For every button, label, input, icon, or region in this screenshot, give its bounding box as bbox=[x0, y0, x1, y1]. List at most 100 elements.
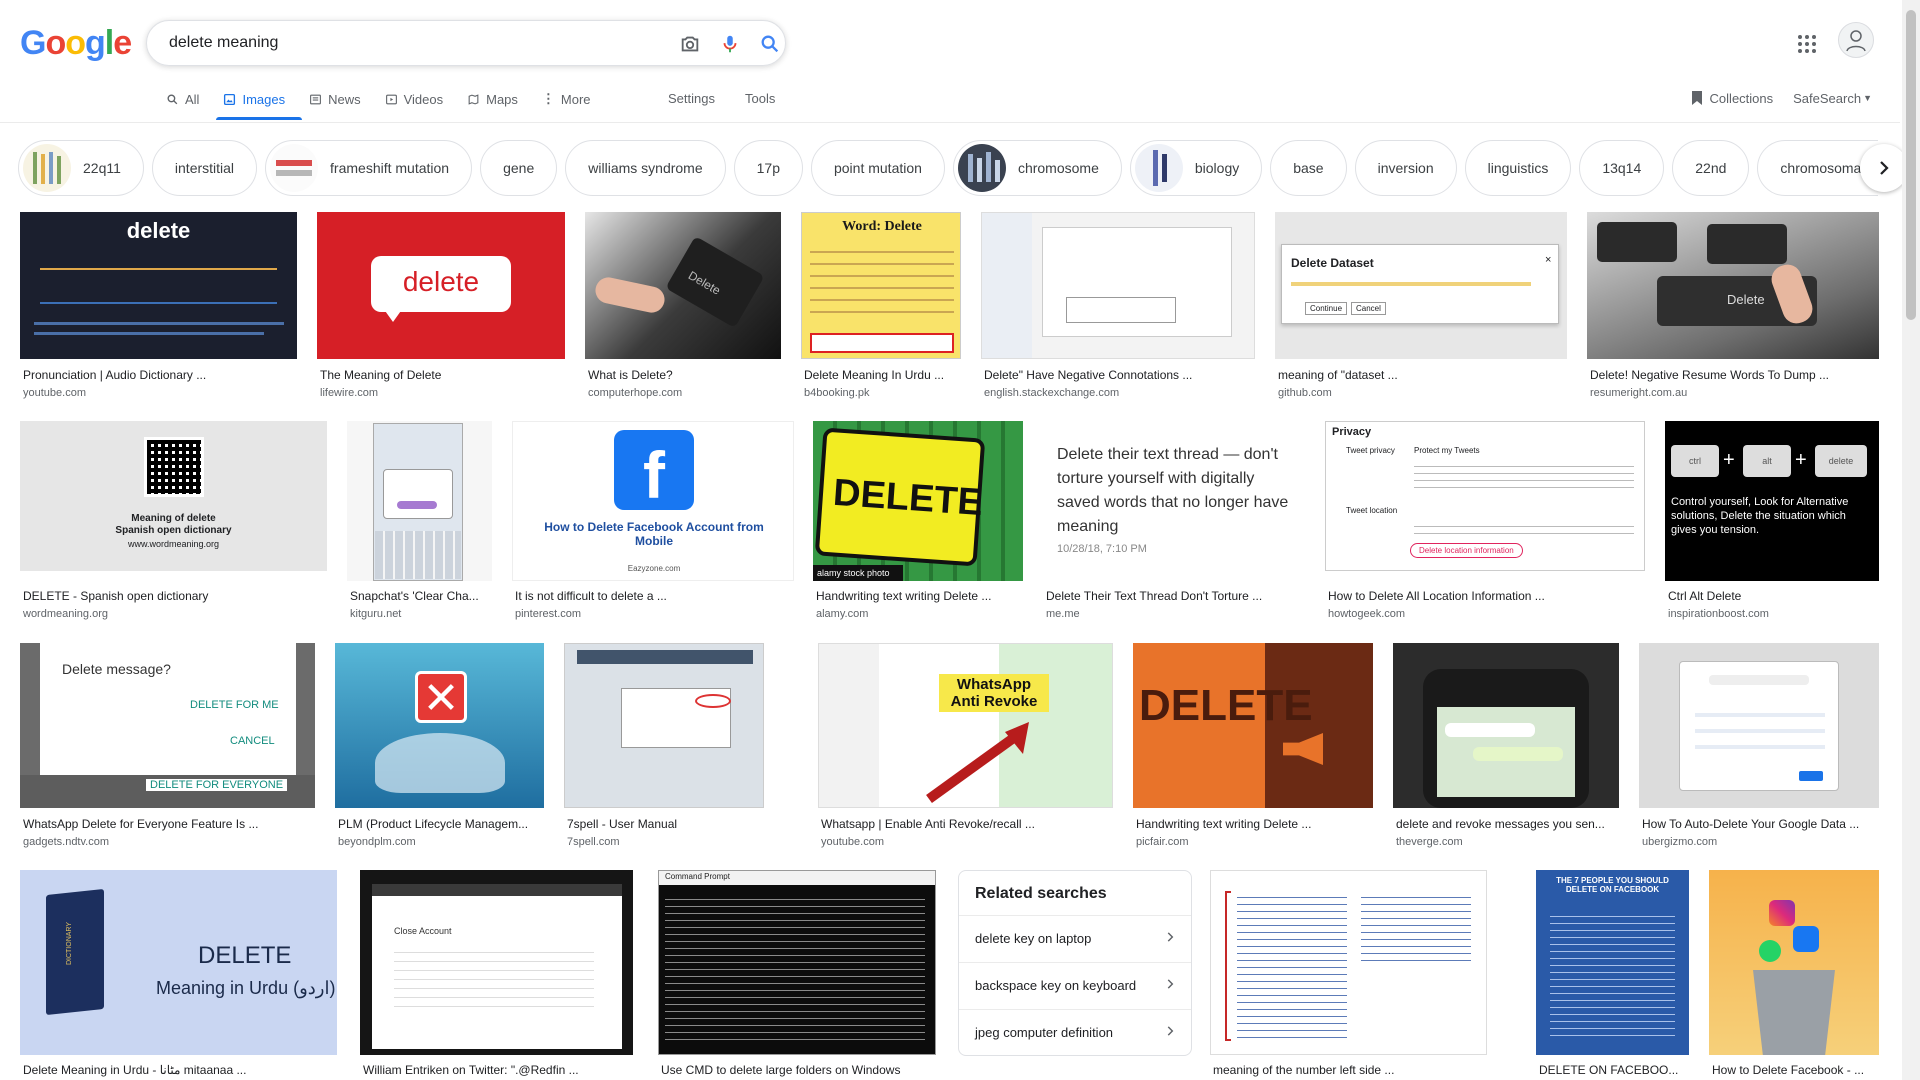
image-result[interactable]: DELETE Handwriting text writing Delete .… bbox=[1133, 643, 1373, 853]
image-result[interactable]: Delete" Have Negative Connotations ... e… bbox=[981, 212, 1255, 402]
related-search-item[interactable]: delete key on laptop bbox=[959, 915, 1191, 961]
image-result[interactable]: meaning of the number left side ... bbox=[1210, 870, 1487, 1080]
thumbnail-subtext: Spanish open dictionary bbox=[115, 525, 232, 536]
thumbnail-text: THE 7 PEOPLE YOU SHOULD DELETE ON FACEBO… bbox=[1556, 876, 1669, 894]
tab-more[interactable]: ⋮ More bbox=[542, 88, 591, 110]
collections-link[interactable]: Collections bbox=[1690, 90, 1773, 106]
image-result[interactable]: Delete their text thread — don't torture… bbox=[1043, 421, 1305, 621]
chip-chromosome[interactable]: chromosome bbox=[952, 140, 1122, 196]
chip-point-mutation[interactable]: point mutation bbox=[810, 140, 945, 196]
image-result[interactable]: Close Account William Entriken on Twitte… bbox=[360, 870, 633, 1080]
tab-images[interactable]: Images bbox=[223, 88, 285, 110]
image-thumbnail: DELETE alamy stock photo bbox=[813, 421, 1023, 581]
chip-inversion[interactable]: inversion bbox=[1354, 140, 1457, 196]
settings-link[interactable]: Settings bbox=[668, 91, 715, 106]
image-result[interactable]: Delete message? DELETE FOR ME CANCEL DEL… bbox=[20, 643, 315, 853]
image-result[interactable]: Delete Dataset × Continue Cancel meaning… bbox=[1275, 212, 1567, 402]
image-result[interactable]: Meaning of delete Spanish open dictionar… bbox=[20, 421, 327, 621]
avatar[interactable] bbox=[1838, 22, 1874, 58]
image-result[interactable]: Snapchat's 'Clear Cha... kitguru.net bbox=[347, 421, 492, 621]
image-source: github.com bbox=[1278, 387, 1332, 399]
search-icon[interactable] bbox=[757, 31, 783, 57]
thumbnail-text: DELETE bbox=[198, 942, 292, 969]
thumbnail-text: delete bbox=[402, 266, 480, 297]
search-box[interactable] bbox=[146, 20, 786, 66]
image-thumbnail: THE 7 PEOPLE YOU SHOULD DELETE ON FACEBO… bbox=[1536, 870, 1689, 1055]
chip-williams-syndrome[interactable]: williams syndrome bbox=[565, 140, 726, 196]
chip-17p[interactable]: 17p bbox=[733, 140, 803, 196]
image-result[interactable]: 7spell - User Manual 7spell.com bbox=[564, 643, 764, 853]
image-result[interactable]: Command Prompt Use CMD to delete large f… bbox=[658, 870, 936, 1080]
caret-down-icon: ▼ bbox=[1863, 93, 1872, 103]
chip-linguistics[interactable]: linguistics bbox=[1464, 140, 1572, 196]
image-thumbnail: Close Account bbox=[360, 870, 633, 1055]
related-search-item[interactable]: jpeg computer definition bbox=[959, 1009, 1191, 1055]
related-searches-title: Related searches bbox=[975, 885, 1107, 902]
safesearch-label: SafeSearch bbox=[1793, 90, 1862, 106]
image-result[interactable]: Word: Delete Delete Meaning In Urdu ... … bbox=[801, 212, 961, 402]
image-caption: Handwriting text writing Delete ... bbox=[816, 589, 992, 603]
image-result[interactable]: delete Pronunciation | Audio Dictionary … bbox=[20, 212, 297, 402]
image-caption: Delete Their Text Thread Don't Torture .… bbox=[1046, 589, 1263, 603]
image-thumbnail: WhatsApp Anti Revoke bbox=[818, 643, 1113, 808]
chip-22nd[interactable]: 22nd bbox=[1672, 140, 1750, 196]
camera-icon[interactable] bbox=[677, 31, 703, 57]
image-result[interactable]: Privacy Tweet privacy Protect my Tweets … bbox=[1325, 421, 1645, 621]
image-caption: What is Delete? bbox=[588, 368, 673, 382]
chip-base[interactable]: base bbox=[1270, 140, 1347, 196]
thumbnail-text: DELETE bbox=[1139, 681, 1313, 730]
safesearch-dropdown[interactable]: SafeSearch ▼ bbox=[1793, 91, 1872, 106]
image-caption: Use CMD to delete large folders on Windo… bbox=[661, 1063, 901, 1077]
chip-biology[interactable]: biology bbox=[1129, 140, 1263, 196]
image-result[interactable]: WhatsApp Anti Revoke Whatsapp | Enable A… bbox=[818, 643, 1113, 853]
tab-news[interactable]: News bbox=[309, 88, 361, 110]
google-logo[interactable]: Google bbox=[20, 24, 132, 62]
thumbnail-text: Delete message? bbox=[62, 661, 171, 677]
image-result[interactable]: ctrl + alt + delete Control yourself, Lo… bbox=[1665, 421, 1879, 621]
tab-all[interactable]: All bbox=[166, 88, 199, 110]
image-result[interactable]: How to Delete Facebook - ... bbox=[1709, 870, 1879, 1080]
image-result[interactable]: THE 7 PEOPLE YOU SHOULD DELETE ON FACEBO… bbox=[1536, 870, 1689, 1080]
chip-label: chromosome bbox=[1017, 160, 1099, 176]
chip-frameshift-mutation[interactable]: frameshift mutation bbox=[265, 140, 473, 196]
thumbnail-text: WhatsApp Anti Revoke bbox=[939, 674, 1049, 712]
microphone-icon[interactable] bbox=[717, 31, 743, 57]
chips-next-button[interactable] bbox=[1860, 144, 1908, 192]
image-caption: DELETE ON FACEBOO... bbox=[1539, 1063, 1679, 1077]
image-result[interactable]: Delete What is Delete? computerhope.com bbox=[585, 212, 781, 402]
tab-label: Maps bbox=[486, 91, 518, 107]
image-result[interactable]: DICTIONARY DELETE Meaning in Urdu (اردو)… bbox=[20, 870, 337, 1080]
image-result[interactable]: delete The Meaning of Delete lifewire.co… bbox=[317, 212, 565, 402]
chip-label: biology bbox=[1194, 160, 1240, 176]
logo-letter: e bbox=[113, 24, 132, 62]
chip-interstitial[interactable]: interstitial bbox=[151, 140, 258, 196]
search-input[interactable] bbox=[167, 31, 647, 55]
image-result[interactable]: How To Auto-Delete Your Google Data ... … bbox=[1639, 643, 1879, 853]
page-scrollbar[interactable] bbox=[1902, 0, 1920, 1080]
apps-grid-icon[interactable] bbox=[1795, 32, 1819, 56]
image-caption: Pronunciation | Audio Dictionary ... bbox=[23, 368, 207, 382]
image-result[interactable]: f How to Delete Facebook Account from Mo… bbox=[512, 421, 794, 621]
chip-13q14[interactable]: 13q14 bbox=[1579, 140, 1665, 196]
related-chips: 22q11 interstitial frameshift mutation g… bbox=[18, 140, 1878, 196]
tab-videos[interactable]: Videos bbox=[385, 88, 443, 110]
chevron-right-icon bbox=[1167, 979, 1174, 989]
scrollbar-thumb[interactable] bbox=[1906, 10, 1916, 320]
header-divider bbox=[0, 122, 1900, 123]
logo-letter: o bbox=[65, 24, 86, 62]
tab-maps[interactable]: Maps bbox=[467, 88, 518, 110]
related-search-item[interactable]: backspace key on keyboard bbox=[959, 962, 1191, 1008]
image-result[interactable]: delete and revoke messages you sen... th… bbox=[1393, 643, 1619, 853]
chip-gene[interactable]: gene bbox=[480, 140, 558, 196]
image-caption: It is not difficult to delete a ... bbox=[515, 589, 667, 603]
thumbnail-text: Command Prompt bbox=[665, 872, 730, 881]
image-thumbnail: Delete bbox=[585, 212, 781, 359]
tab-label: All bbox=[185, 91, 200, 107]
chip-22q11[interactable]: 22q11 bbox=[18, 140, 144, 196]
image-result[interactable]: Delete Delete! Negative Resume Words To … bbox=[1587, 212, 1879, 402]
related-search-label: backspace key on keyboard bbox=[975, 978, 1137, 993]
tools-link[interactable]: Tools bbox=[745, 91, 775, 106]
image-result[interactable]: ✕ PLM (Product Lifecycle Managem... beyo… bbox=[335, 643, 544, 853]
image-result[interactable]: DELETE alamy stock photo Handwriting tex… bbox=[813, 421, 1023, 621]
image-thumbnail: f How to Delete Facebook Account from Mo… bbox=[512, 421, 794, 581]
